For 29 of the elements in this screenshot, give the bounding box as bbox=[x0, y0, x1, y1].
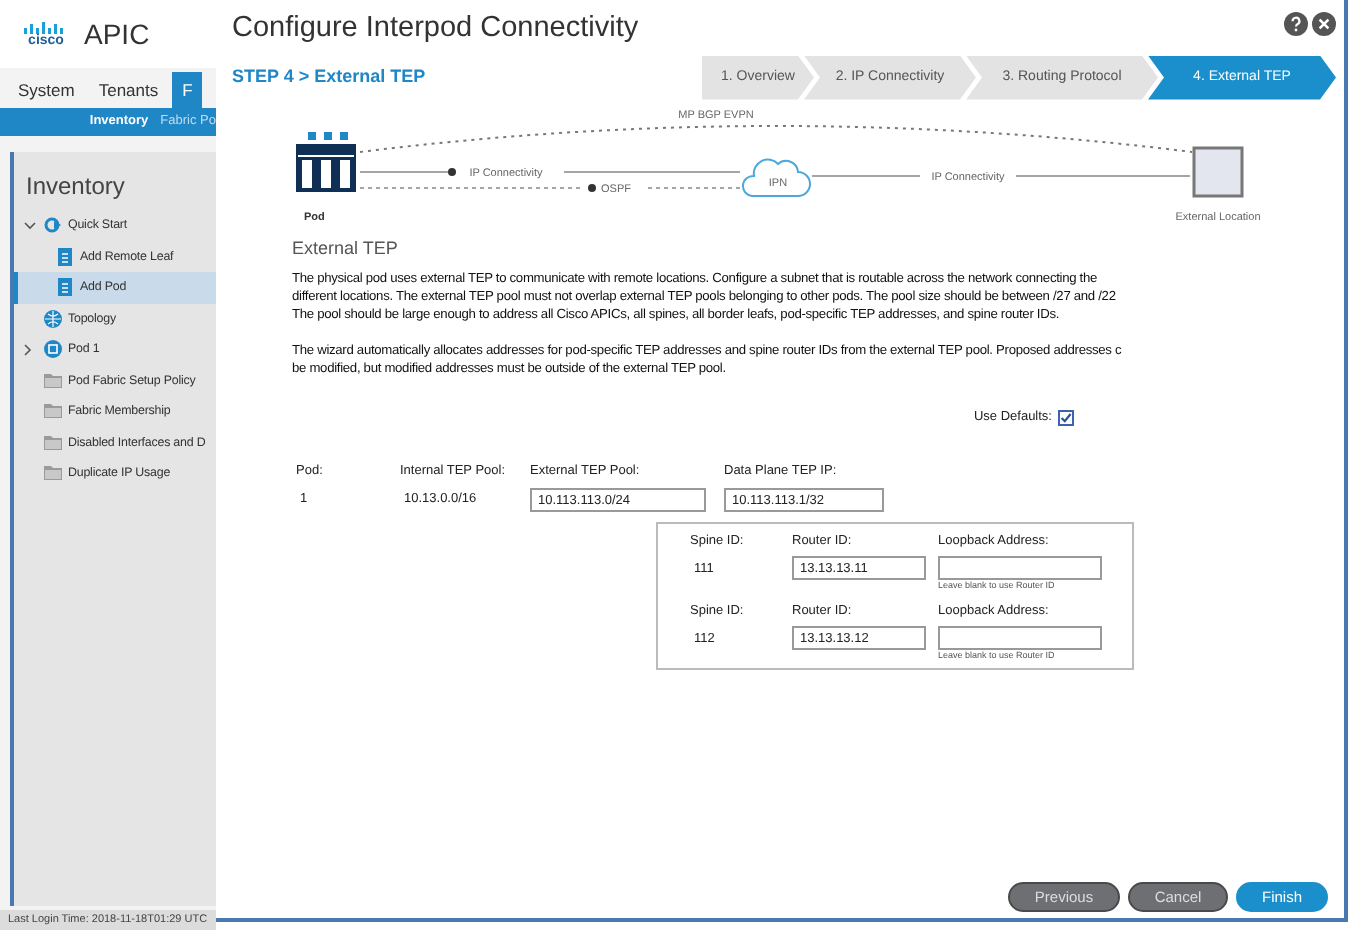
folder-icon bbox=[43, 373, 61, 388]
nav-tab[interactable]: F bbox=[172, 72, 203, 108]
folder-icon bbox=[43, 435, 61, 450]
sidebar-heading: Inventory bbox=[24, 170, 127, 204]
pod-icon bbox=[296, 131, 356, 192]
step-label: STEP 4 > External TEP bbox=[232, 64, 426, 90]
document-icon bbox=[57, 278, 71, 297]
section-title: External TEP bbox=[292, 235, 400, 262]
globe-icon bbox=[43, 309, 61, 328]
folder-icon bbox=[43, 466, 61, 481]
status-dot-icon bbox=[588, 183, 596, 192]
external-location-icon bbox=[1192, 146, 1244, 197]
quick-start-icon bbox=[43, 216, 61, 235]
expanded-chevron-icon[interactable] bbox=[24, 221, 36, 230]
close-icon[interactable] bbox=[1312, 12, 1336, 36]
folder-icon bbox=[43, 404, 61, 419]
nav-tab[interactable]: System bbox=[8, 72, 85, 108]
loopback-field[interactable] bbox=[938, 555, 1102, 579]
app-title: APIC bbox=[84, 15, 150, 53]
pod-icon bbox=[43, 340, 61, 359]
loopback-field[interactable] bbox=[938, 626, 1102, 650]
document-icon bbox=[57, 247, 71, 266]
nav-tab[interactable]: Tenants bbox=[88, 72, 169, 108]
status-dot-icon bbox=[448, 167, 456, 176]
use-defaults-checkbox[interactable] bbox=[1058, 410, 1074, 427]
help-icon[interactable] bbox=[1284, 12, 1308, 36]
dialog-title: Configure Interpod Connectivity bbox=[232, 10, 639, 48]
cloud-icon bbox=[741, 158, 811, 197]
collapsed-chevron-icon[interactable] bbox=[24, 343, 32, 356]
